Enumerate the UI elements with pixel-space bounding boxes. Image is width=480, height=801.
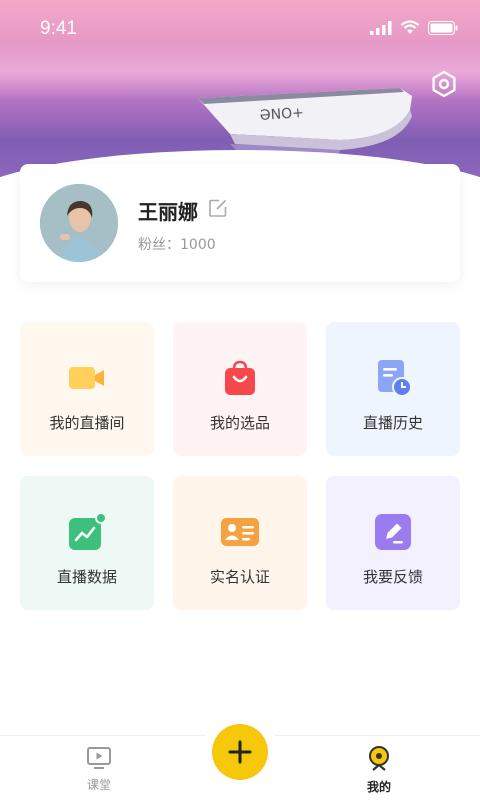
settings-icon[interactable] xyxy=(430,70,458,98)
wifi-icon xyxy=(400,20,420,34)
edit-icon[interactable] xyxy=(208,198,228,218)
tile-live-history[interactable]: 直播历史 xyxy=(326,322,460,456)
nav-item-mine[interactable]: 我的 xyxy=(339,746,419,795)
tile-label: 我的选品 xyxy=(209,414,270,432)
history-icon xyxy=(378,360,412,397)
tile-real-name-auth[interactable]: 实名认证 xyxy=(173,476,307,610)
tile-my-products[interactable]: 我的选品 xyxy=(173,322,307,456)
profile-icon xyxy=(369,746,389,771)
add-button[interactable] xyxy=(212,724,268,780)
tile-label: 实名认证 xyxy=(209,568,270,586)
video-camera-icon xyxy=(69,367,104,389)
data-chart-icon xyxy=(69,512,107,550)
tile-label: 我要反馈 xyxy=(362,568,423,586)
tile-label: 直播数据 xyxy=(56,568,117,586)
tile-label: 直播历史 xyxy=(362,414,423,432)
shopping-bag-icon xyxy=(225,360,255,395)
play-screen-icon xyxy=(87,747,111,769)
tile-label: 我的直播间 xyxy=(49,414,125,432)
svg-text:ƏNO+: ƏNO+ xyxy=(259,105,304,124)
signal-icon xyxy=(370,20,392,35)
plus-icon xyxy=(228,740,252,764)
user-name: 王丽娜 xyxy=(138,200,198,224)
id-card-icon xyxy=(221,518,259,546)
battery-icon xyxy=(428,20,458,35)
nav-item-classroom[interactable]: 课堂 xyxy=(59,746,139,793)
avatar[interactable] xyxy=(40,184,118,262)
fans-count: 粉丝：1000 xyxy=(138,237,216,253)
boat-image: ƏNO+ xyxy=(198,88,412,158)
status-bar: 9:41 xyxy=(0,0,480,58)
nav-label: 我的 xyxy=(366,780,391,794)
nav-label: 课堂 xyxy=(86,778,111,792)
avatar-image xyxy=(40,184,118,262)
feedback-edit-icon xyxy=(375,514,411,550)
tile-feedback[interactable]: 我要反馈 xyxy=(326,476,460,610)
status-time: 9:41 xyxy=(40,18,77,39)
tile-live-data[interactable]: 直播数据 xyxy=(20,476,154,610)
profile-card: 王丽娜 粉丝：1000 xyxy=(20,164,460,282)
tile-my-live-room[interactable]: 我的直播间 xyxy=(20,322,154,456)
